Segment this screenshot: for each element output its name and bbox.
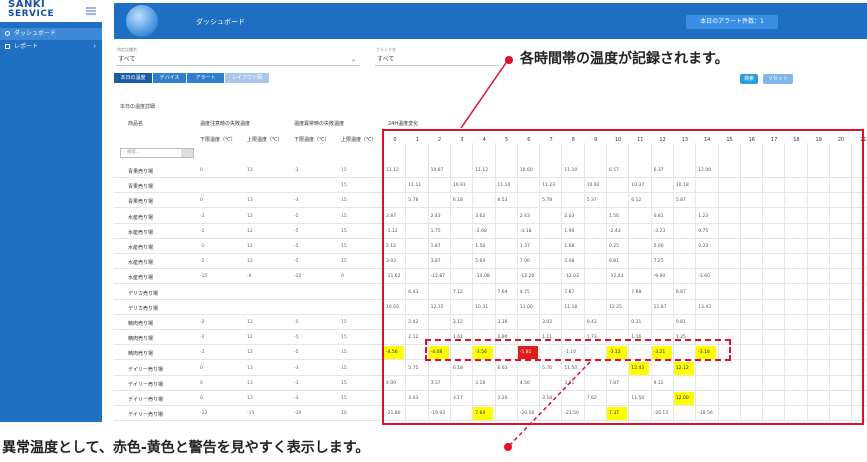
callout-lines <box>460 59 591 448</box>
callout-dot-top <box>505 56 513 64</box>
callout-dot-bottom <box>504 443 512 451</box>
callout-top: 各時間帯の温度が記録されます。 <box>520 51 729 67</box>
callout-bottom: 異常温度として、赤色-黄色と警告を見やすく表示します。 <box>2 440 370 456</box>
